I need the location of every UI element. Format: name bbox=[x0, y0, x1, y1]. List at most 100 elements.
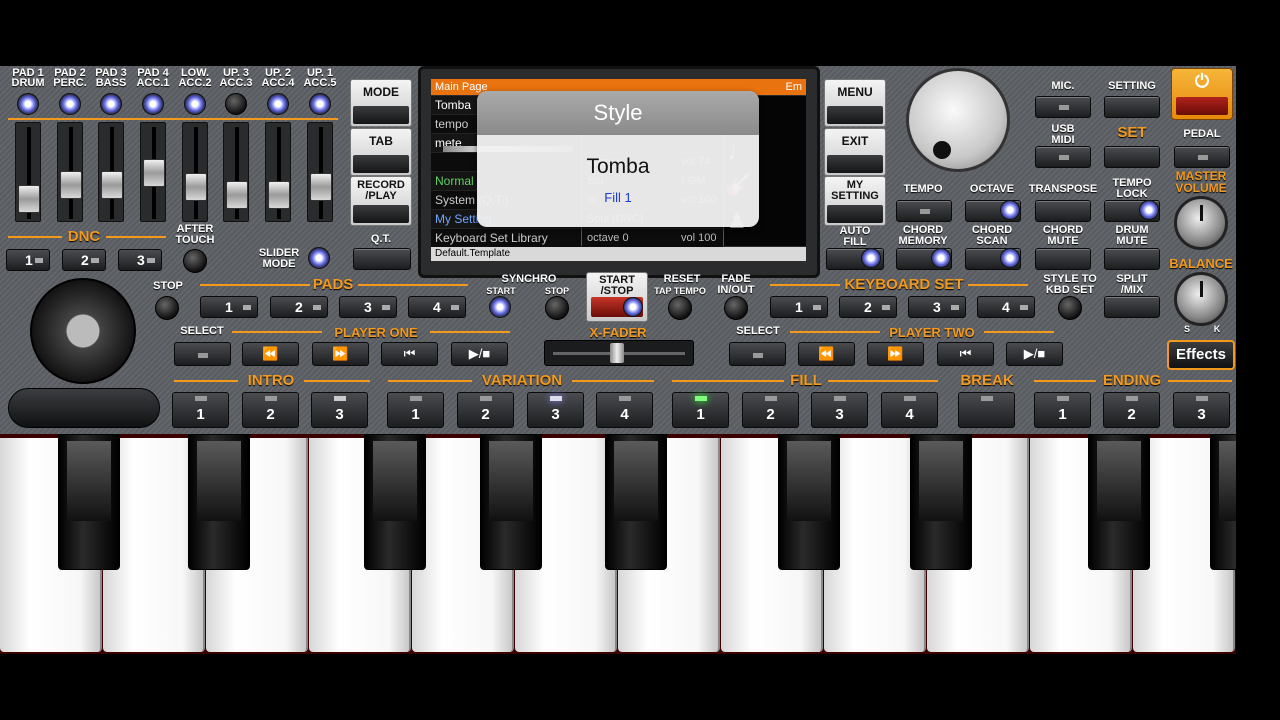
chord-scan-button[interactable] bbox=[965, 248, 1021, 270]
fill-button-2[interactable]: 2 bbox=[742, 392, 799, 428]
variation-button-1[interactable]: 1 bbox=[387, 392, 444, 428]
fader-slider[interactable] bbox=[57, 122, 83, 222]
reset-tap-tempo-button[interactable] bbox=[668, 296, 692, 320]
player-one-prev-button[interactable]: ⏮ bbox=[381, 342, 438, 366]
fill-button-1[interactable]: 1 bbox=[672, 392, 729, 428]
after-touch-toggle[interactable] bbox=[183, 249, 207, 273]
data-dial[interactable] bbox=[906, 68, 1010, 172]
pad-button-1[interactable]: 1 bbox=[200, 296, 258, 318]
player-two-play-stop-button[interactable]: ▶/■ bbox=[1006, 342, 1063, 366]
intro-button-2[interactable]: 2 bbox=[242, 392, 299, 428]
ending-button-1[interactable]: 1 bbox=[1034, 392, 1091, 428]
fader-slider[interactable] bbox=[223, 122, 249, 222]
master-volume-knob[interactable] bbox=[1174, 196, 1228, 250]
black-key[interactable] bbox=[364, 434, 426, 570]
player-two-prev-button[interactable]: ⏮ bbox=[937, 342, 994, 366]
fill-button-3[interactable]: 3 bbox=[811, 392, 868, 428]
black-key[interactable] bbox=[778, 434, 840, 570]
black-key[interactable] bbox=[605, 434, 667, 570]
player-one-rewind-button[interactable]: ⏪ bbox=[242, 342, 299, 366]
break-button[interactable] bbox=[958, 392, 1015, 428]
fader-slider[interactable] bbox=[15, 122, 41, 222]
slider-mode-toggle[interactable] bbox=[308, 247, 330, 269]
intro-button-3[interactable]: 3 bbox=[311, 392, 368, 428]
qt-button[interactable] bbox=[353, 248, 411, 270]
keyboard-set-button-4[interactable]: 4 bbox=[977, 296, 1035, 318]
pedal-button[interactable] bbox=[1174, 146, 1230, 168]
fader-toggle[interactable] bbox=[100, 93, 122, 115]
style-to-kbd-button[interactable] bbox=[1058, 296, 1082, 320]
player-two-select-button[interactable] bbox=[729, 342, 786, 366]
menu-button[interactable]: MENU bbox=[824, 79, 886, 127]
fader-slider[interactable] bbox=[182, 122, 208, 222]
pad-button-2[interactable]: 2 bbox=[270, 296, 328, 318]
black-key[interactable] bbox=[480, 434, 542, 570]
effects-button[interactable]: Effects bbox=[1167, 340, 1235, 370]
player-two-forward-button[interactable]: ⏩ bbox=[867, 342, 924, 366]
fader-slider[interactable] bbox=[265, 122, 291, 222]
fill-button-4[interactable]: 4 bbox=[881, 392, 938, 428]
drum-mute-button[interactable] bbox=[1104, 248, 1160, 270]
pitch-bend-bar[interactable] bbox=[8, 388, 160, 428]
variation-button-4[interactable]: 4 bbox=[596, 392, 653, 428]
pad-button-4[interactable]: 4 bbox=[408, 296, 466, 318]
chord-mute-button[interactable] bbox=[1035, 248, 1091, 270]
synchro-stop-toggle[interactable] bbox=[545, 296, 569, 320]
keyboard-set-button-3[interactable]: 3 bbox=[908, 296, 966, 318]
balance-knob[interactable] bbox=[1174, 272, 1228, 326]
black-key[interactable] bbox=[1088, 434, 1150, 570]
player-one-forward-button[interactable]: ⏩ bbox=[312, 342, 369, 366]
auto-fill-button[interactable] bbox=[826, 248, 884, 270]
synchro-start-toggle[interactable] bbox=[489, 296, 511, 318]
pad-button-3[interactable]: 3 bbox=[339, 296, 397, 318]
ending-button-3[interactable]: 3 bbox=[1173, 392, 1230, 428]
black-key[interactable] bbox=[188, 434, 250, 570]
display-row[interactable]: Keyboard Set Library octave 0 vol 100 bbox=[431, 229, 723, 248]
player-one-play-stop-button[interactable]: ▶/■ bbox=[451, 342, 508, 366]
fader-toggle[interactable] bbox=[267, 93, 289, 115]
style-popup[interactable]: Style Tomba Fill 1 bbox=[477, 91, 759, 227]
player-one-select-button[interactable] bbox=[174, 342, 231, 366]
black-key[interactable] bbox=[1210, 434, 1236, 570]
vinyl-disc[interactable] bbox=[30, 278, 136, 384]
variation-button-3[interactable]: 3 bbox=[527, 392, 584, 428]
fader-toggle[interactable] bbox=[59, 93, 81, 115]
tempo-lock-button[interactable] bbox=[1104, 200, 1160, 222]
mic-button[interactable] bbox=[1035, 96, 1091, 118]
fader-slider[interactable] bbox=[307, 122, 333, 222]
chord-memory-button[interactable] bbox=[896, 248, 952, 270]
fader-slider[interactable] bbox=[98, 122, 124, 222]
ending-button-2[interactable]: 2 bbox=[1103, 392, 1160, 428]
fader-toggle[interactable] bbox=[142, 93, 164, 115]
keyboard-set-button-2[interactable]: 2 bbox=[839, 296, 897, 318]
tab-button[interactable]: TAB bbox=[350, 128, 412, 176]
my-setting-button[interactable]: MY SETTING bbox=[824, 176, 886, 226]
black-key[interactable] bbox=[910, 434, 972, 570]
keyboard-set-button-1[interactable]: 1 bbox=[770, 296, 828, 318]
dnc-button-1[interactable]: 1 bbox=[6, 249, 50, 271]
power-button[interactable]: ⏻ bbox=[1171, 68, 1233, 120]
start-stop-button[interactable]: START /STOP bbox=[586, 272, 648, 322]
x-fader[interactable] bbox=[544, 340, 694, 366]
set-button[interactable] bbox=[1104, 146, 1160, 168]
tempo-button[interactable] bbox=[896, 200, 952, 222]
split-mix-button[interactable] bbox=[1104, 296, 1160, 318]
fader-slider[interactable] bbox=[140, 122, 166, 222]
fader-toggle[interactable] bbox=[309, 93, 331, 115]
player-two-rewind-button[interactable]: ⏪ bbox=[798, 342, 855, 366]
fader-toggle[interactable] bbox=[225, 93, 247, 115]
variation-button-2[interactable]: 2 bbox=[457, 392, 514, 428]
exit-button[interactable]: EXIT bbox=[824, 128, 886, 176]
black-key[interactable] bbox=[58, 434, 120, 570]
usb-midi-button[interactable] bbox=[1035, 146, 1091, 168]
fade-button[interactable] bbox=[724, 296, 748, 320]
dnc-button-2[interactable]: 2 bbox=[62, 249, 106, 271]
octave-button[interactable] bbox=[965, 200, 1021, 222]
intro-button-1[interactable]: 1 bbox=[172, 392, 229, 428]
transpose-button[interactable] bbox=[1035, 200, 1091, 222]
setting-button[interactable] bbox=[1104, 96, 1160, 118]
record-play-button[interactable]: RECORD /PLAY bbox=[350, 176, 412, 226]
pads-stop-button[interactable] bbox=[155, 296, 179, 320]
fader-toggle[interactable] bbox=[184, 93, 206, 115]
mode-button[interactable]: MODE bbox=[350, 79, 412, 127]
